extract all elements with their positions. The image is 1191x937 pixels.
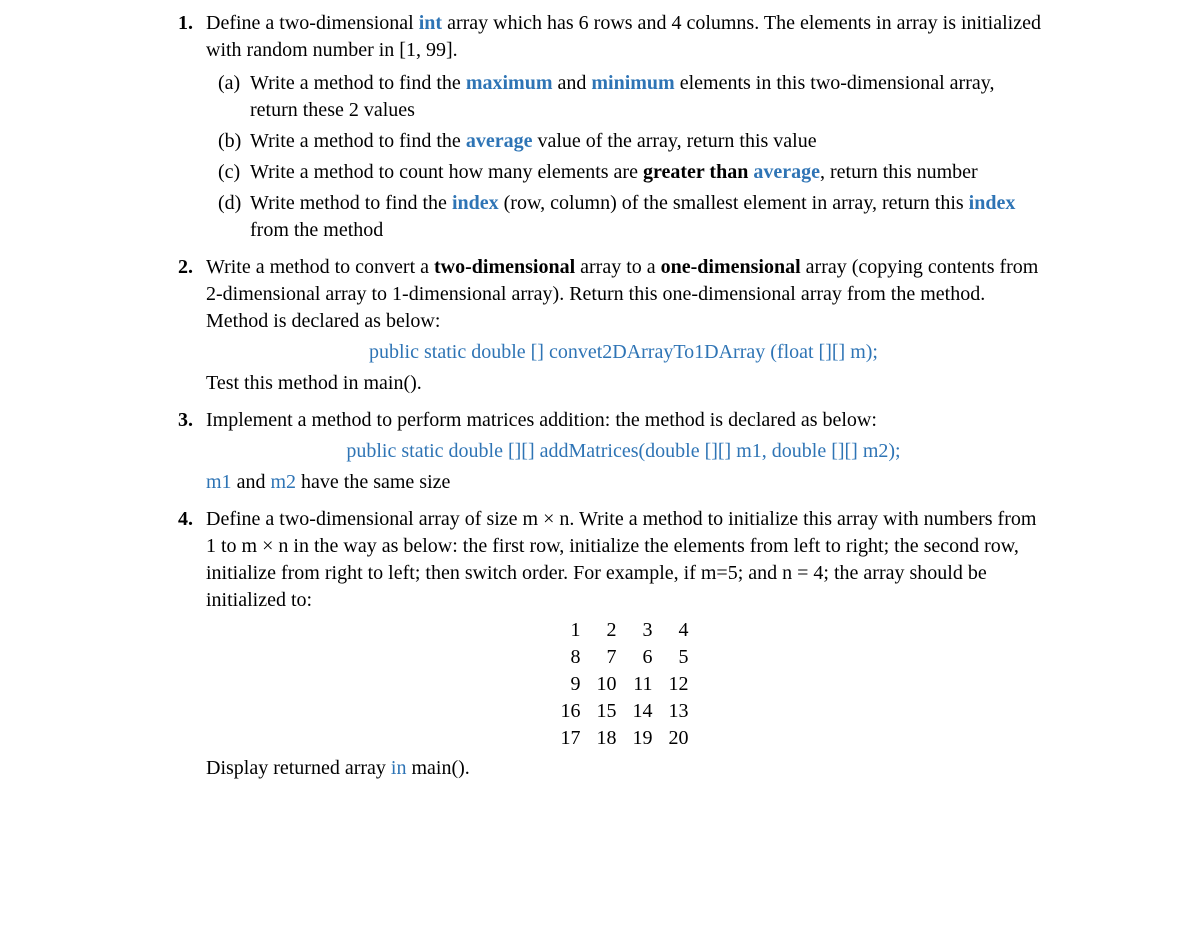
code-declaration: public static double [] convet2DArrayTo1… bbox=[206, 339, 1041, 366]
q1-b: (b) Write a method to find the average v… bbox=[218, 128, 1041, 155]
text: and bbox=[232, 471, 271, 493]
keyword-average: average bbox=[466, 130, 533, 152]
matrix-cell: 8 bbox=[553, 645, 587, 670]
matrix-cell: 18 bbox=[589, 726, 623, 751]
problem-1: Define a two-dimensional int array which… bbox=[198, 10, 1041, 244]
matrix-cell: 14 bbox=[625, 699, 659, 724]
text: Test this method in main(). bbox=[206, 370, 1041, 397]
keyword-index: index bbox=[969, 192, 1016, 214]
text: Display returned array bbox=[206, 757, 391, 779]
q4-footer: Display returned array in main(). bbox=[206, 755, 1041, 782]
matrix-cell: 17 bbox=[553, 726, 587, 751]
label: (b) bbox=[218, 128, 241, 155]
text: and bbox=[552, 72, 591, 94]
text: Write a method to convert a bbox=[206, 256, 434, 278]
keyword-index: index bbox=[452, 192, 499, 214]
text: array to a bbox=[575, 256, 661, 278]
matrix-cell: 9 bbox=[553, 672, 587, 697]
keyword-minimum: minimum bbox=[591, 72, 674, 94]
q1-c: (c) Write a method to count how many ele… bbox=[218, 159, 1041, 186]
text: Write a method to find the bbox=[250, 72, 466, 94]
code-text: public static double [][] addMatrices(do… bbox=[346, 440, 900, 462]
matrix-cell: 12 bbox=[661, 672, 695, 697]
label: (d) bbox=[218, 190, 241, 217]
bold-greater-than: greater than bbox=[643, 161, 753, 183]
text: Write a method to count how many element… bbox=[250, 161, 643, 183]
keyword-int: int bbox=[419, 12, 442, 34]
matrix-cell: 15 bbox=[589, 699, 623, 724]
label: (c) bbox=[218, 159, 240, 186]
q1-intro: Define a two-dimensional int array which… bbox=[206, 12, 1041, 61]
text: main(). bbox=[406, 757, 469, 779]
problem-4: Define a two-dimensional array of size m… bbox=[198, 506, 1041, 782]
matrix-cell: 1 bbox=[553, 618, 587, 643]
text: value of the array, return this value bbox=[532, 130, 816, 152]
matrix-cell: 10 bbox=[589, 672, 623, 697]
code-text: public static double [] convet2DArrayTo1… bbox=[369, 341, 878, 363]
text: (row, column) of the smallest element in… bbox=[499, 192, 969, 214]
matrix-cell: 2 bbox=[589, 618, 623, 643]
q1-a: (a) Write a method to find the maximum a… bbox=[218, 70, 1041, 124]
var-m2: m2 bbox=[270, 471, 296, 493]
text: Implement a method to perform matrices a… bbox=[206, 409, 877, 431]
label: (a) bbox=[218, 70, 240, 97]
problem-3: Implement a method to perform matrices a… bbox=[198, 407, 1041, 496]
matrix-cell: 6 bbox=[625, 645, 659, 670]
text: Write method to find the bbox=[250, 192, 452, 214]
q1-subparts: (a) Write a method to find the maximum a… bbox=[206, 70, 1041, 244]
q1-d: (d) Write method to find the index (row,… bbox=[218, 190, 1041, 244]
text: Define a two-dimensional array of size m… bbox=[206, 508, 1036, 611]
bold-one-dimensional: one-dimensional bbox=[661, 256, 801, 278]
keyword-maximum: maximum bbox=[466, 72, 553, 94]
text: , return this number bbox=[820, 161, 978, 183]
text: Define a two-dimensional bbox=[206, 12, 419, 34]
keyword-average: average bbox=[753, 161, 820, 183]
example-matrix: 1234876591011121615141317181920 bbox=[206, 614, 1041, 755]
problem-2: Write a method to convert a two-dimensio… bbox=[198, 254, 1041, 397]
bold-two-dimensional: two-dimensional bbox=[434, 256, 575, 278]
matrix-cell: 13 bbox=[661, 699, 695, 724]
matrix-table: 1234876591011121615141317181920 bbox=[551, 616, 697, 753]
text: have the same size bbox=[296, 471, 450, 493]
q3-note: m1 and m2 have the same size bbox=[206, 469, 1041, 496]
keyword-in: in bbox=[391, 757, 407, 779]
matrix-cell: 11 bbox=[625, 672, 659, 697]
problem-list: Define a two-dimensional int array which… bbox=[150, 10, 1041, 782]
code-declaration: public static double [][] addMatrices(do… bbox=[206, 438, 1041, 465]
matrix-cell: 3 bbox=[625, 618, 659, 643]
matrix-cell: 4 bbox=[661, 618, 695, 643]
text: from the method bbox=[250, 219, 383, 241]
matrix-cell: 7 bbox=[589, 645, 623, 670]
matrix-cell: 16 bbox=[553, 699, 587, 724]
matrix-cell: 19 bbox=[625, 726, 659, 751]
matrix-cell: 20 bbox=[661, 726, 695, 751]
matrix-cell: 5 bbox=[661, 645, 695, 670]
var-m1: m1 bbox=[206, 471, 232, 493]
text: Write a method to find the bbox=[250, 130, 466, 152]
